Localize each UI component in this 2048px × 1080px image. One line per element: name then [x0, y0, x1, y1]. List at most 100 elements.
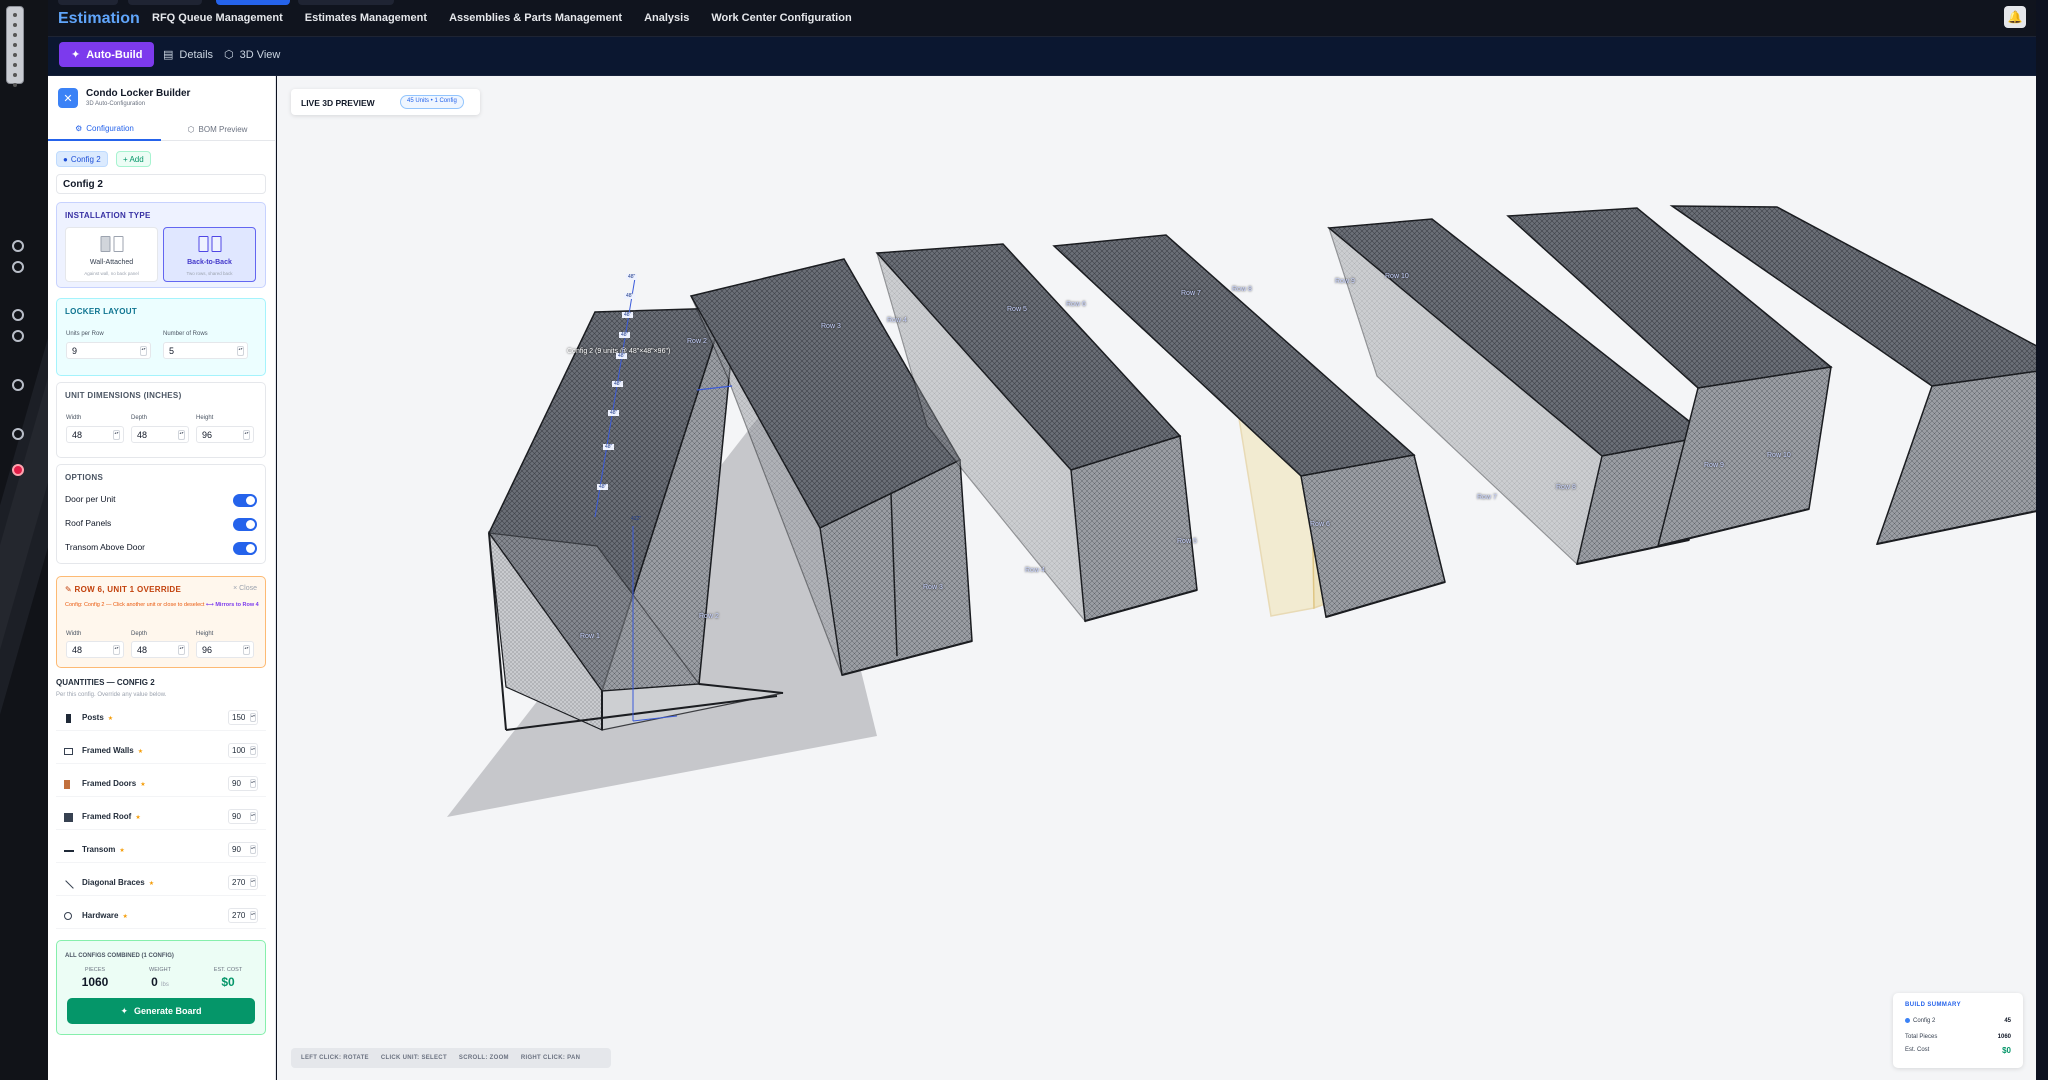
rail-dot-icon[interactable] [12, 309, 24, 321]
row-label: Row 7 [1477, 494, 1497, 501]
row-label: Row 8 [1556, 484, 1576, 491]
row-label: Row 4 [1025, 567, 1045, 574]
posts-quantity-input[interactable]: 150 ▴▾ [228, 710, 258, 725]
unit-dimensions-card: UNIT DIMENSIONS (INCHES) Width 48 ▴▾ Dept… [56, 382, 266, 458]
roof-panels-option: Roof Panels [65, 518, 257, 532]
quantity-row-posts: Posts ★ 150 ▴▾ [56, 705, 266, 731]
wall-attached-option[interactable]: Wall-Attached Against wall, no back pane… [65, 227, 158, 282]
transom-icon [64, 850, 74, 852]
dim-label: 48" [597, 484, 609, 490]
quantities-subtitle: Per this config. Override any value belo… [56, 692, 167, 698]
row-label: Row 9 [1335, 278, 1355, 285]
rail-dot-icon[interactable] [12, 428, 24, 440]
row-label: Row 8 [1232, 286, 1252, 293]
row-label: Row 10 [1385, 273, 1409, 280]
dim-label: 48" [622, 312, 634, 318]
override-height-input[interactable]: 96 ▴▾ [196, 641, 254, 658]
number-of-rows-input[interactable]: 5 ▴▾ [163, 342, 248, 359]
row-label: Row 9 [1704, 462, 1724, 469]
config-chip[interactable]: ● Config 2 [56, 151, 108, 167]
installation-type-card: INSTALLATION TYPE Wall-Attached Against … [56, 202, 266, 288]
quantity-row-diagonal-braces: Diagonal Braces ★ 270 ▴▾ [56, 870, 266, 896]
close-override-button[interactable]: × Close [233, 585, 257, 592]
dim-label: 48" [608, 410, 620, 416]
quantity-row-transom: Transom ★ 90 ▴▾ [56, 837, 266, 863]
quantity-row-framed-roof: Framed Roof ★ 90 ▴▾ [56, 804, 266, 830]
tab-bom-preview[interactable]: ⬡ BOM Preview [161, 117, 274, 141]
dim-label: 48" [624, 293, 636, 299]
unit-override-card: ✎ ROW 6, UNIT 1 OVERRIDE × Close Config:… [56, 576, 266, 668]
nav-rfq-queue[interactable]: RFQ Queue Management [152, 12, 283, 24]
tab-configuration[interactable]: ⚙ Configuration [48, 117, 161, 141]
wall-icon [64, 748, 73, 755]
gear-icon: ⚙ [75, 123, 83, 133]
transom-quantity-input[interactable]: 90 ▴▾ [228, 842, 258, 857]
close-dot-icon[interactable] [12, 464, 24, 476]
framed-walls-quantity-input[interactable]: 100 ▴▾ [228, 743, 258, 758]
row-label: Row 2 [687, 338, 707, 345]
pencil-icon: ✎ [65, 585, 75, 594]
row-label: Row 3 [821, 323, 841, 330]
dim-label: 432" [631, 516, 642, 522]
brace-icon [65, 880, 74, 889]
diagonal-braces-quantity-input[interactable]: 270 ▴▾ [228, 875, 258, 890]
quantity-row-hardware: Hardware ★ 270 ▴▾ [56, 903, 266, 929]
auto-build-button[interactable]: ✦ Auto-Build [59, 42, 155, 67]
framed-doors-quantity-input[interactable]: 90 ▴▾ [228, 776, 258, 791]
framed-roof-quantity-input[interactable]: 90 ▴▾ [228, 809, 258, 824]
locker-layout-card: LOCKER LAYOUT Units per Row 9 ▴▾ Number o… [56, 298, 266, 376]
units-per-row-input[interactable]: 9 ▴▾ [66, 342, 151, 359]
back-to-back-option[interactable]: Back-to-Back Two rows, shared back [163, 227, 256, 282]
override-depth-input[interactable]: 48 ▴▾ [131, 641, 189, 658]
roof-panels-toggle[interactable] [233, 518, 257, 531]
add-config-button[interactable]: + Add [116, 151, 151, 167]
width-input[interactable]: 48 ▴▾ [66, 426, 124, 443]
panel-title: Condo Locker Builder [86, 88, 191, 99]
door-per-unit-toggle[interactable] [233, 494, 257, 507]
override-note: Config: Config 2 — Click another unit or… [65, 602, 259, 608]
notification-bell-icon[interactable]: 🔔 [2004, 6, 2026, 28]
dim-label: 48" [603, 444, 615, 450]
cube-icon: ⬡ [187, 124, 195, 134]
units-badge: 45 Units • 1 Config [400, 95, 464, 109]
row-label: Row 5 [1007, 306, 1027, 313]
magic-wand-icon: ✦ [120, 1005, 128, 1016]
row-label: Row 2 [699, 613, 719, 620]
dim-label: 48" [616, 353, 628, 359]
transom-toggle[interactable] [233, 542, 257, 555]
hardware-quantity-input[interactable]: 270 ▴▾ [228, 908, 258, 923]
panel-tabs: ⚙ Configuration ⬡ BOM Preview [48, 117, 275, 141]
rail-dot-icon[interactable] [12, 330, 24, 342]
nav-estimates[interactable]: Estimates Management [305, 12, 427, 24]
top-nav: Estimation RFQ Queue Management Estimate… [48, 0, 2036, 37]
rail-dot-icon[interactable] [12, 379, 24, 391]
hardware-icon [64, 912, 72, 920]
config-name-input[interactable]: Config 2 [56, 174, 266, 194]
drag-handle[interactable] [6, 6, 24, 87]
preview-header: LIVE 3D PREVIEW 45 Units • 1 Config [291, 89, 480, 115]
rail-dot-icon[interactable] [12, 261, 24, 273]
dim-label: 48" [619, 332, 631, 338]
3d-view-button[interactable]: ⬡ 3D View [212, 42, 292, 67]
total-weight: WEIGHT 0 lbs [149, 967, 171, 989]
row-label: Row 1 [580, 633, 600, 640]
door-per-unit-option: Door per Unit [65, 494, 257, 508]
3d-scene[interactable] [277, 76, 2036, 1080]
generate-board-button[interactable]: ✦ Generate Board [67, 998, 255, 1024]
3d-preview-viewport[interactable]: Config 2 (9 units @ 48"×48"×96") 48" 48"… [277, 76, 2036, 1080]
panel-subtitle: 3D Auto-Configuration [86, 101, 146, 107]
override-width-input[interactable]: 48 ▴▾ [66, 641, 124, 658]
rail-dot-icon[interactable] [12, 240, 24, 252]
nav-assemblies[interactable]: Assemblies & Parts Management [449, 12, 622, 24]
quantity-row-framed-walls: Framed Walls ★ 100 ▴▾ [56, 738, 266, 764]
brand-title[interactable]: Estimation [58, 10, 140, 28]
height-input[interactable]: 96 ▴▾ [196, 426, 254, 443]
wrench-icon: ✕ [58, 88, 78, 108]
nav-analysis[interactable]: Analysis [644, 12, 689, 24]
depth-input[interactable]: 48 ▴▾ [131, 426, 189, 443]
nav-work-center[interactable]: Work Center Configuration [711, 12, 851, 24]
dim-label: 48" [626, 274, 638, 280]
transom-option: Transom Above Door [65, 542, 257, 556]
document-icon: ▤ [163, 49, 174, 61]
row-label: Row 10 [1767, 452, 1791, 459]
